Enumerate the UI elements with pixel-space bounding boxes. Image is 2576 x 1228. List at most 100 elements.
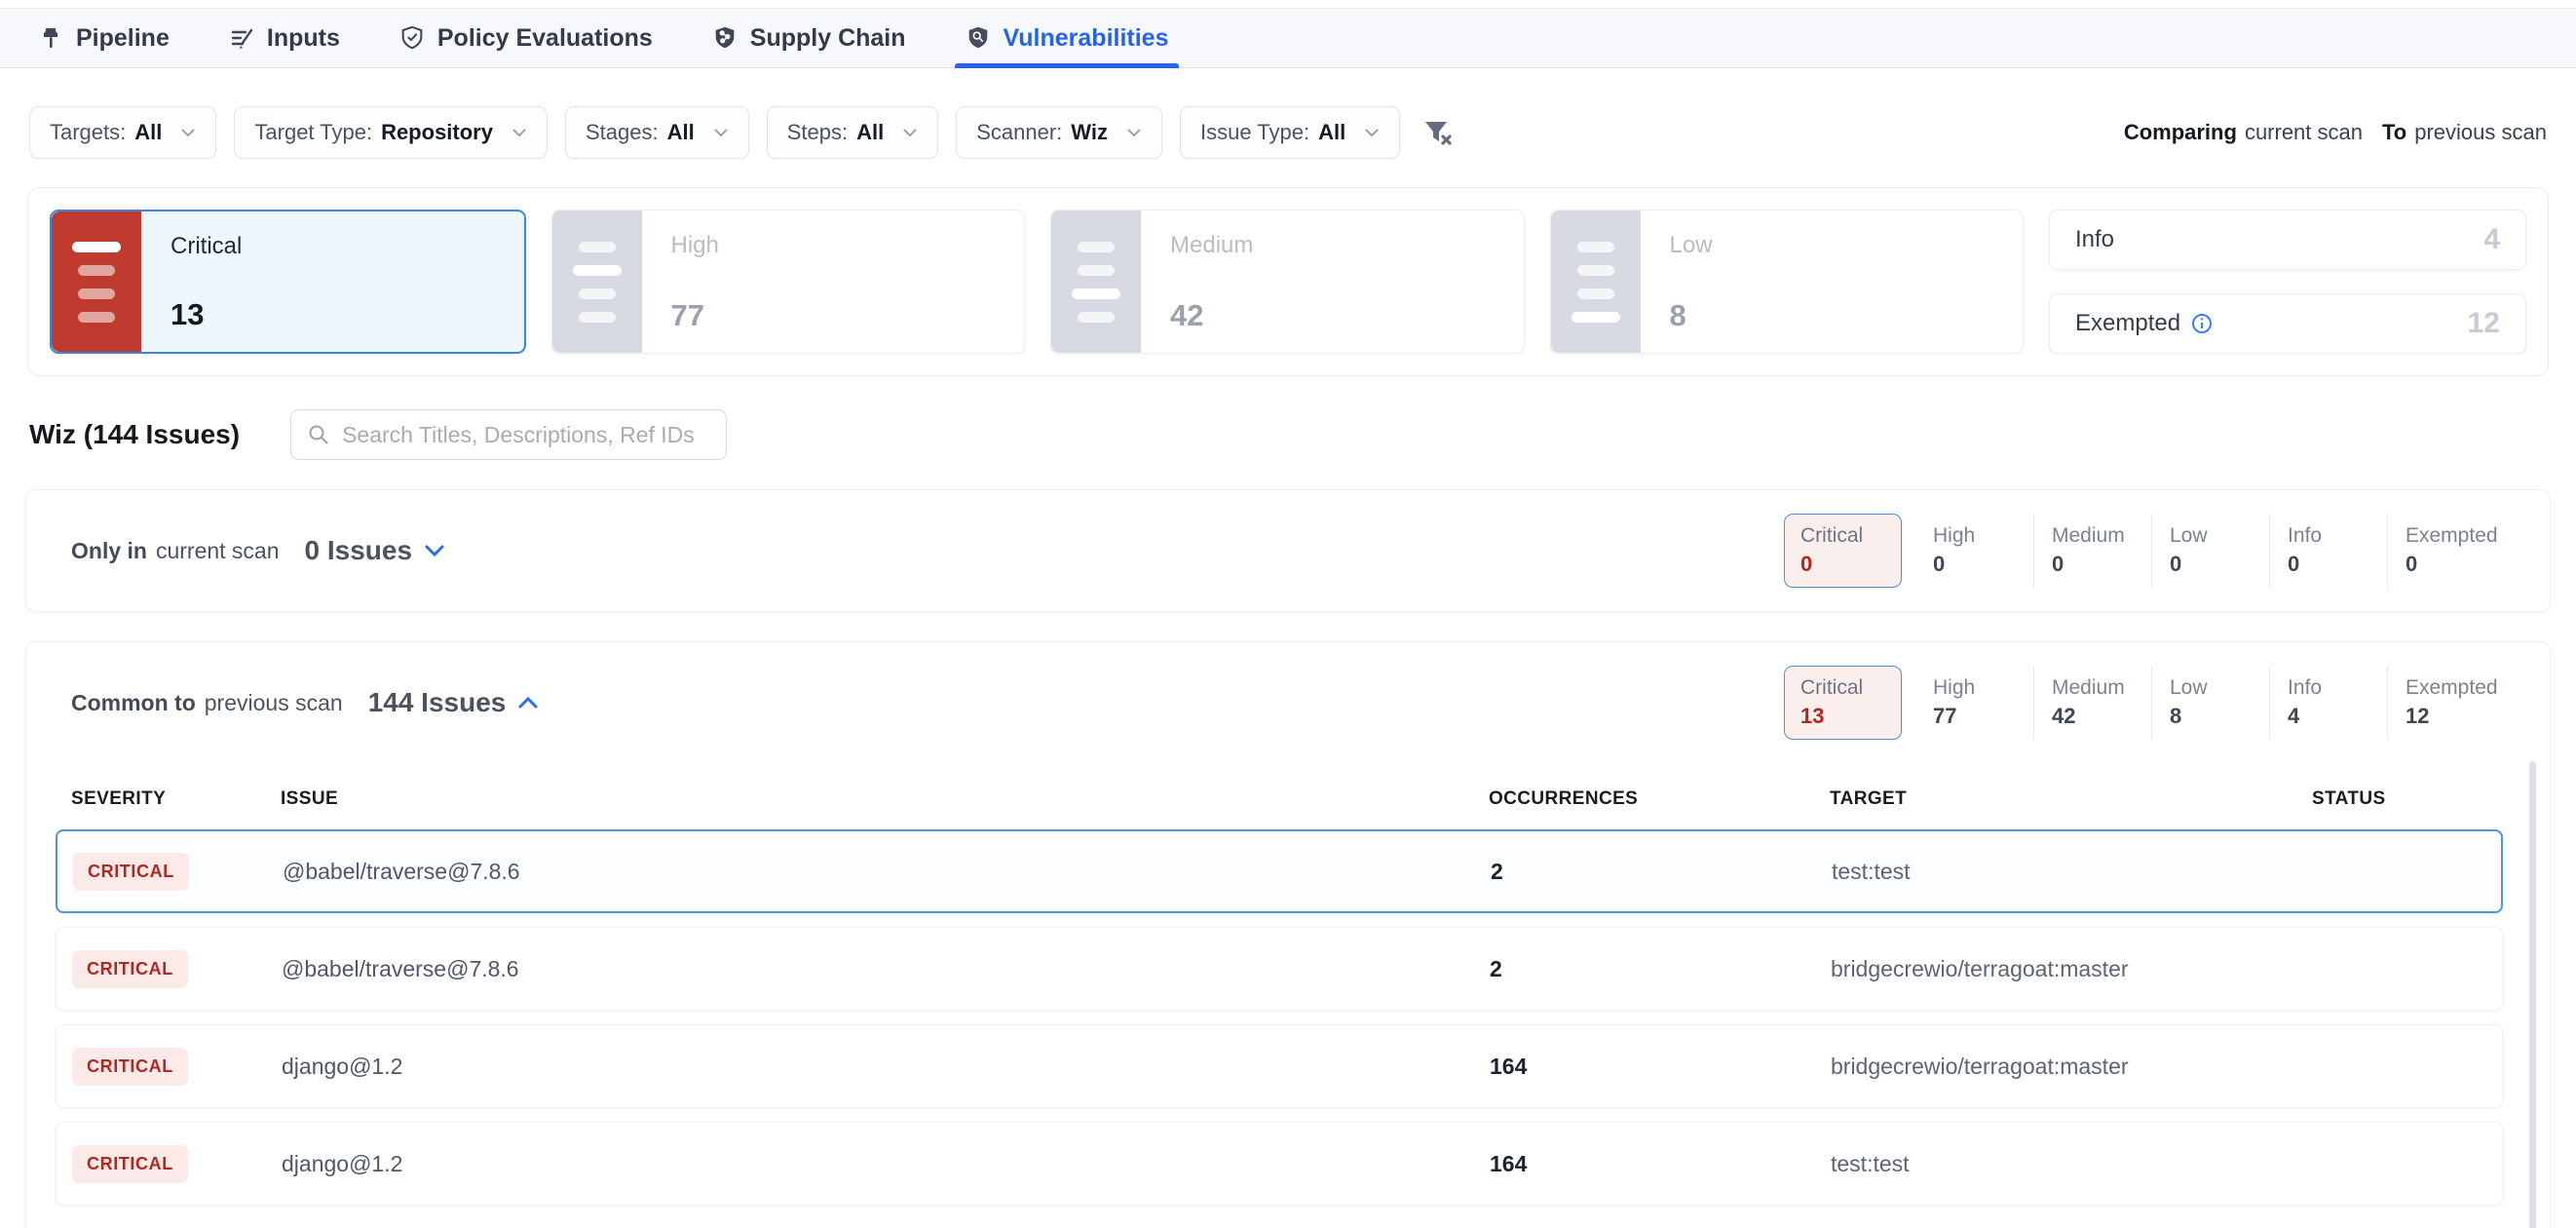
filter-scanner[interactable]: Scanner: Wiz — [956, 106, 1162, 159]
chip-label: Low — [2170, 524, 2269, 548]
column-header-issue: ISSUE — [281, 788, 1489, 810]
table-row[interactable]: CRITICAL @babel/traverse@7.8.6 2 test:te… — [56, 829, 2503, 913]
info-icon[interactable] — [2190, 312, 2214, 335]
chip-low[interactable]: Low 0 — [2151, 514, 2269, 588]
tab-vulnerabilities[interactable]: Vulnerabilities — [961, 9, 1173, 67]
pipeline-icon — [37, 24, 64, 52]
filter-label: Targets: — [50, 120, 126, 145]
chip-count: 0 — [2288, 552, 2387, 577]
filter-value: All — [856, 120, 884, 145]
filter-label: Target Type: — [254, 120, 372, 145]
target-cell: bridgecrewio/terragoat:master — [1831, 1054, 2313, 1080]
chevron-up-icon — [517, 696, 539, 710]
chip-count: 0 — [2406, 552, 2505, 577]
filter-value: All — [667, 120, 695, 145]
severity-card-high[interactable]: High 77 — [551, 210, 1026, 354]
tab-label: Pipeline — [76, 24, 170, 53]
comparing-label: Comparing — [2124, 120, 2237, 145]
filter-steps[interactable]: Steps: All — [767, 106, 939, 159]
chip-low[interactable]: Low 8 — [2151, 666, 2269, 740]
table-row[interactable]: CRITICAL django@1.2 164 bridgecrewio/ter… — [56, 1024, 2503, 1108]
chip-count: 0 — [1933, 552, 2033, 577]
filter-target-type[interactable]: Target Type: Repository — [234, 106, 548, 159]
vulnerabilities-icon — [965, 24, 992, 52]
chip-label: Medium — [2052, 524, 2151, 548]
severity-count: 12 — [2468, 307, 2500, 340]
issues-count: 0 Issues — [305, 535, 413, 566]
chip-medium[interactable]: Medium 0 — [2033, 514, 2151, 588]
search-icon — [307, 423, 330, 446]
chip-label: Critical — [1800, 676, 1901, 700]
severity-label: Exempted — [2075, 310, 2214, 337]
occurrences-cell: 2 — [1490, 956, 1831, 982]
tab-supply-chain[interactable]: Supply Chain — [707, 9, 910, 67]
column-header-status: STATUS — [2312, 788, 2550, 810]
chip-high[interactable]: High 77 — [1915, 666, 2033, 740]
chevron-down-icon — [1364, 128, 1380, 137]
chip-info[interactable]: Info 0 — [2269, 514, 2387, 588]
chip-label: Medium — [2052, 676, 2151, 700]
chip-medium[interactable]: Medium 42 — [2033, 666, 2151, 740]
chip-critical[interactable]: Critical 0 — [1784, 514, 1902, 588]
vertical-scrollbar[interactable] — [2529, 761, 2536, 1228]
filter-issue-type[interactable]: Issue Type: All — [1180, 106, 1400, 159]
chip-info[interactable]: Info 4 — [2269, 666, 2387, 740]
issues-toggle[interactable]: 0 Issues — [305, 535, 446, 566]
filter-label: Steps: — [787, 120, 848, 145]
section-title-rest: current scan — [156, 538, 280, 564]
severity-count: 4 — [2483, 223, 2500, 256]
exempted-label: Exempted — [2075, 310, 2180, 337]
supply-chain-icon — [711, 24, 739, 52]
severity-badge: CRITICAL — [72, 950, 188, 988]
chip-label: High — [1933, 676, 2033, 700]
tab-inputs[interactable]: Inputs — [224, 9, 344, 67]
severity-card-low[interactable]: Low 8 — [1550, 210, 2025, 354]
chevron-down-icon — [1126, 128, 1142, 137]
issues-toggle[interactable]: 144 Issues — [368, 687, 540, 718]
severity-label: Info — [2075, 226, 2114, 253]
inputs-icon — [228, 24, 255, 52]
filter-value: All — [134, 120, 162, 145]
filter-value: Wiz — [1071, 120, 1108, 145]
chevron-down-icon — [180, 128, 196, 137]
target-cell: bridgecrewio/terragoat:master — [1831, 956, 2313, 982]
policy-evaluations-icon — [398, 24, 426, 52]
severity-card-info[interactable]: Info 4 — [2049, 210, 2526, 270]
section-title-bold: Only in — [71, 538, 147, 564]
scanner-title: Wiz (144 Issues) — [29, 419, 240, 450]
table-row[interactable]: CRITICAL django@1.2 164 test:test — [56, 1122, 2503, 1206]
chip-label: Info — [2288, 524, 2387, 548]
issue-cell: @babel/traverse@7.8.6 — [282, 956, 1490, 982]
column-header-target: TARGET — [1830, 788, 2312, 810]
severity-count: 13 — [170, 297, 524, 332]
chip-count: 4 — [2288, 704, 2387, 729]
issue-rows: CRITICAL @babel/traverse@7.8.6 2 test:te… — [26, 829, 2550, 1228]
issue-cell: django@1.2 — [282, 1151, 1490, 1177]
table-row[interactable]: CRITICAL @babel/traverse@7.8.6 2 bridgec… — [56, 927, 2503, 1011]
filter-targets[interactable]: Targets: All — [29, 106, 216, 159]
issues-count: 144 Issues — [368, 687, 507, 718]
severity-chip-group: Critical 0 High 0 Medium 0 Low 0 Info 0 … — [1784, 514, 2505, 588]
tab-label: Vulnerabilities — [1004, 24, 1169, 53]
severity-summary-panel: Critical 13 High 77 Medium 42 Low 8 I — [27, 187, 2549, 376]
chip-exempted[interactable]: Exempted 0 — [2387, 514, 2505, 588]
severity-card-critical[interactable]: Critical 13 — [50, 210, 526, 354]
filter-label: Issue Type: — [1200, 120, 1309, 145]
clear-filters-icon — [1421, 117, 1455, 148]
occurrences-cell: 164 — [1490, 1151, 1831, 1177]
filter-stages[interactable]: Stages: All — [565, 106, 749, 159]
chip-exempted[interactable]: Exempted 12 — [2387, 666, 2505, 740]
tab-policy-evaluations[interactable]: Policy Evaluations — [395, 9, 657, 67]
tab-bar: Pipeline Inputs Policy Evaluations Suppl… — [0, 8, 2576, 68]
chip-high[interactable]: High 0 — [1915, 514, 2033, 588]
severity-meter-icon — [52, 211, 141, 352]
clear-filters-button[interactable] — [1421, 117, 1455, 148]
severity-card-medium[interactable]: Medium 42 — [1050, 210, 1525, 354]
chip-critical[interactable]: Critical 13 — [1784, 666, 1902, 740]
tab-pipeline[interactable]: Pipeline — [33, 9, 173, 67]
search-input[interactable] — [342, 422, 710, 448]
severity-count: 8 — [1670, 298, 2024, 333]
chip-label: Info — [2288, 676, 2387, 700]
section-only-in-current-scan: Only in current scan 0 Issues Critical 0… — [25, 489, 2551, 612]
severity-card-exempted[interactable]: Exempted 12 — [2049, 293, 2526, 354]
